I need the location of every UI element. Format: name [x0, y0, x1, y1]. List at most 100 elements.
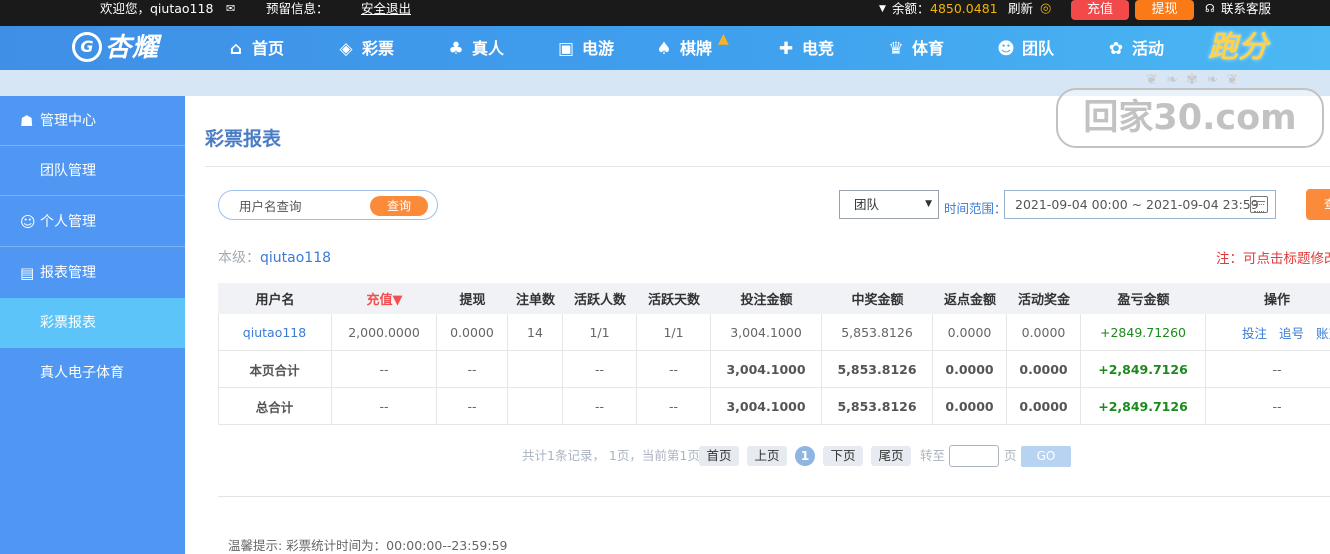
next-page-button[interactable]: 下页 [823, 446, 863, 466]
col-withdraw[interactable]: 提现 [437, 283, 508, 314]
cell-bonus: 0.0000 [1007, 388, 1081, 424]
account-change-link[interactable]: 账变 [1316, 323, 1330, 342]
col-bet-amount[interactable]: 投注金额 [711, 283, 822, 314]
goto-page-input[interactable] [949, 445, 999, 467]
nav-esports[interactable]: ✚ 电竞 [776, 26, 834, 70]
cell-actions: -- [1272, 361, 1282, 377]
cell-rebate: 0.0000 [933, 351, 1007, 387]
gift-icon: ✿ [1108, 39, 1124, 59]
cell-active-days: 1/1 [637, 314, 711, 350]
goto-label: 转至 [920, 448, 946, 463]
date-range-input[interactable]: 2021-09-04 00:00 ~ 2021-09-04 23:59 [1004, 190, 1276, 219]
col-rebate-amount[interactable]: 返点金额 [933, 283, 1007, 314]
col-actions: 操作 [1263, 293, 1290, 308]
cell-recharge: -- [332, 351, 437, 387]
col-orders[interactable]: 注单数 [508, 283, 563, 314]
welcome-text: 欢迎您，qiutao118 [100, 1, 214, 16]
chevron-down-icon: ▼ [925, 199, 932, 209]
sidebar-item-lottery-report[interactable]: 彩票报表 [0, 298, 185, 348]
cell-recharge: -- [332, 388, 437, 424]
cell-rebate: 0.0000 [933, 388, 1007, 424]
cell-bet-amount: 3,004.1000 [711, 314, 822, 350]
cell-win-amount: 5,853.8126 [822, 314, 933, 350]
nav-lottery[interactable]: ◈ 彩票 [336, 26, 394, 70]
nav-cards[interactable]: ♠ 棋牌 [654, 26, 712, 70]
cell-username[interactable]: qiutao118 [218, 314, 332, 350]
logout-link[interactable]: 安全退出 [361, 0, 411, 18]
sidebar-item-report-management[interactable]: ▤ 报表管理 [0, 248, 185, 298]
mail-icon[interactable]: ✉ [226, 0, 235, 18]
slot-machine-icon: ▣ [557, 39, 575, 59]
cell-win-amount: 5,853.8126 [822, 388, 933, 424]
top-bar: 欢迎您，qiutao118 ✉ 预留信息： 安全退出 ▼ 余额： 4850.04… [0, 0, 1330, 26]
table-row-page-total: 本页合计 -- -- -- -- 3,004.1000 5,853.8126 0… [218, 351, 1330, 388]
nav-running-score[interactable]: 跑分 [1208, 28, 1268, 68]
query-button[interactable]: 查 [1306, 189, 1330, 220]
chase-record-link[interactable]: 追号 [1279, 323, 1304, 342]
cell-row-label: 总合计 [218, 388, 332, 424]
col-username[interactable]: 用户名 [218, 283, 332, 314]
balance-label: 余额： [892, 1, 930, 16]
withdraw-button[interactable]: 提现 [1135, 0, 1194, 20]
trophy-icon: ♛ [888, 39, 904, 59]
search-button[interactable]: 查询 [370, 196, 428, 216]
cell-win-amount: 5,853.8126 [822, 351, 933, 387]
eye-hidden-icon[interactable]: ◎ [1040, 0, 1051, 18]
pagination-info: 共计1条记录， 1页，当前第1页 [522, 448, 700, 463]
cell-orders: 14 [508, 314, 563, 350]
nav-promotions[interactable]: ✿ 活动 [1106, 26, 1164, 70]
stats-time-tip: 温馨提示: 彩票统计时间为：00:00:00--23:59:59 [228, 538, 508, 553]
page-title: 彩票报表 [205, 128, 282, 150]
cell-active-days: -- [637, 388, 711, 424]
col-win-amount[interactable]: 中奖金额 [822, 283, 933, 314]
gamepad-icon: ✚ [778, 39, 794, 59]
nav-team[interactable]: ☻ 团队 [996, 26, 1054, 70]
refresh-link[interactable]: 刷新 [1008, 0, 1033, 18]
go-button[interactable]: GO [1021, 446, 1071, 467]
current-page[interactable]: 1 [795, 446, 815, 466]
sidebar-item-personal-management[interactable]: ☺ 个人管理 [0, 197, 185, 247]
last-page-button[interactable]: 尾页 [871, 446, 911, 466]
col-active-users[interactable]: 活跃人数 [563, 283, 637, 314]
chevron-down-icon[interactable]: ▼ [879, 0, 886, 18]
cell-withdraw: 0.0000 [437, 314, 508, 350]
nav-home[interactable]: ⌂ 首页 [226, 26, 284, 70]
search-box: 查询 [218, 190, 438, 220]
time-range-label: 时间范围： [944, 201, 1007, 216]
user-icon: ☺ [20, 213, 36, 231]
scope-select[interactable]: 团队 ▼ [839, 190, 939, 219]
home-icon: ⌂ [229, 39, 243, 59]
nav-sports[interactable]: ♛ 体育 [886, 26, 944, 70]
team-icon: ☻ [997, 39, 1015, 59]
calendar-icon[interactable] [1250, 196, 1268, 213]
col-recharge[interactable]: 充值▼ [332, 283, 437, 314]
cell-row-label: 本页合计 [218, 351, 332, 387]
sidebar-item-management-center[interactable]: ☗ 管理中心 [0, 96, 185, 146]
bet-record-link[interactable]: 投注 [1242, 323, 1267, 342]
cell-bet-amount: 3,004.1000 [711, 388, 822, 424]
sidebar-item-live-electronic-sports[interactable]: 真人电子体育 [0, 348, 185, 398]
cell-profit: +2,849.7126 [1081, 388, 1206, 424]
report-icon: ▤ [20, 264, 35, 282]
ticket-icon: ◈ [339, 39, 353, 59]
customer-service-link[interactable]: 联系客服 [1221, 0, 1271, 18]
brand-logo[interactable]: G 杏耀 [72, 30, 180, 66]
watermark-logo: 回家30.com [1056, 88, 1324, 148]
cards-icon: ♠ [656, 39, 672, 59]
users-icon: ☗ [20, 112, 34, 130]
recharge-button[interactable]: 充值 [1071, 0, 1129, 20]
col-active-days[interactable]: 活跃天数 [637, 283, 711, 314]
username-search-input[interactable] [239, 197, 369, 215]
cell-active-users: 1/1 [563, 314, 637, 350]
notice-label: 预留信息： [266, 1, 329, 16]
first-page-button[interactable]: 首页 [699, 446, 739, 466]
table-row-grand-total: 总合计 -- -- -- -- 3,004.1000 5,853.8126 0.… [218, 388, 1330, 425]
col-activity-bonus[interactable]: 活动奖金 [1007, 283, 1081, 314]
nav-slots[interactable]: ▣ 电游 [556, 26, 614, 70]
sidebar-item-team-management[interactable]: 团队管理 [0, 146, 185, 196]
nav-live[interactable]: ♣ 真人 [446, 26, 504, 70]
level-user-link[interactable]: qiutao118 [260, 250, 331, 266]
col-profit[interactable]: 盈亏金额 [1081, 283, 1206, 314]
prev-page-button[interactable]: 上页 [747, 446, 787, 466]
cell-profit: +2,849.7126 [1081, 351, 1206, 387]
